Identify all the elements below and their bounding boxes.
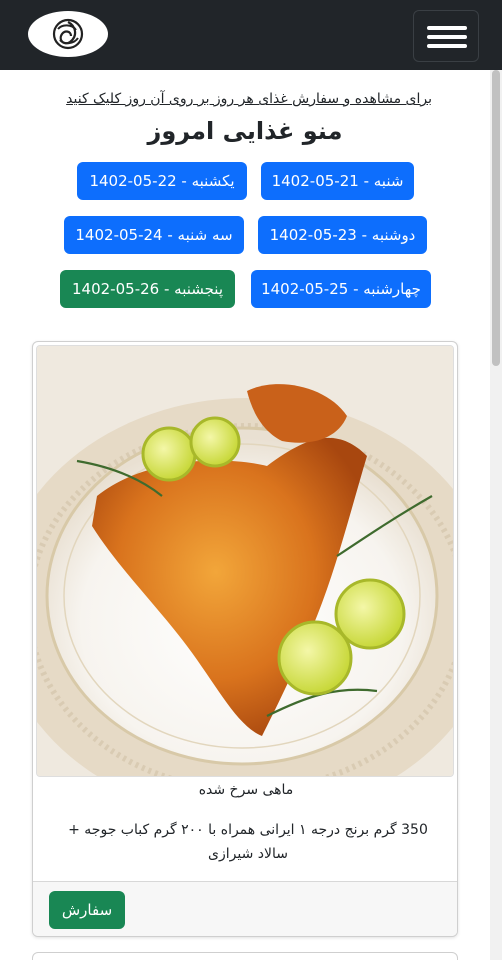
food-image [36, 345, 454, 777]
spiral-logo-icon [52, 18, 84, 50]
food-description: 350 گرم برنج درجه ۱ ایرانی همراه با ۲۰۰ … [68, 822, 428, 862]
menu-item-card: ماهی سرخ شده 350 گرم برنج درجه ۱ ایرانی … [32, 341, 458, 937]
card-footer: سفارش [33, 881, 457, 936]
day-button-sunday[interactable]: یکشنبه - 22-05-1402 [77, 162, 247, 200]
day-button-tuesday[interactable]: سه شنبه - 24-05-1402 [64, 216, 244, 254]
food-name: ماهی سرخ شده [198, 782, 294, 798]
instruction-link[interactable]: برای مشاهده و سفارش غذای هر روز بر روی آ… [66, 91, 432, 107]
menu-toggle-button[interactable] [413, 10, 479, 62]
day-button-wednesday[interactable]: چهارشنبه - 25-05-1402 [251, 270, 431, 308]
day-button-saturday[interactable]: شنبه - 21-05-1402 [261, 162, 414, 200]
next-menu-item-card [32, 952, 458, 960]
order-button[interactable]: سفارش [49, 891, 125, 929]
day-button-monday[interactable]: دوشنبه - 23-05-1402 [258, 216, 427, 254]
instruction-text: برای مشاهده و سفارش غذای هر روز بر روی آ… [40, 89, 432, 109]
page-title: منو غذایی امروز [147, 117, 343, 145]
brand-logo[interactable] [28, 11, 108, 57]
hamburger-menu-icon [427, 35, 467, 39]
hamburger-menu-icon [427, 44, 467, 48]
hamburger-menu-icon [427, 26, 467, 30]
scrollbar-thumb[interactable] [492, 70, 500, 366]
navbar [0, 0, 502, 70]
day-button-thursday[interactable]: پنجشنبه - 26-05-1402 [60, 270, 235, 308]
scrollbar[interactable] [490, 70, 502, 960]
